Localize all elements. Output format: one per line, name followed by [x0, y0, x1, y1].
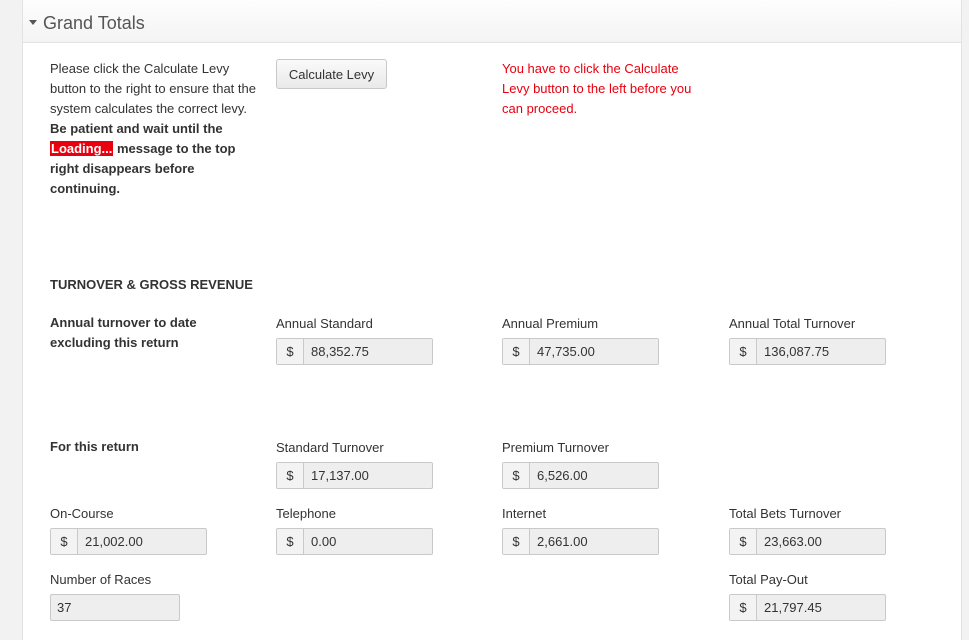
standard-turnover-label: Standard Turnover: [276, 440, 384, 455]
annual-standard-label: Annual Standard: [276, 316, 373, 331]
telephone-label: Telephone: [276, 506, 336, 521]
total-bets-label: Total Bets Turnover: [729, 506, 841, 521]
currency-addon: $: [503, 529, 530, 554]
payout-value[interactable]: 21,797.45: [757, 595, 885, 620]
currency-addon: $: [51, 529, 78, 554]
premium-turnover-field[interactable]: $ 6,526.00: [502, 462, 659, 489]
premium-turnover-label: Premium Turnover: [502, 440, 609, 455]
on-course-value[interactable]: 21,002.00: [78, 529, 206, 554]
annual-standard-field[interactable]: $ 88,352.75: [276, 338, 433, 365]
panel-header[interactable]: Grand Totals: [23, 0, 961, 43]
annual-total-label: Annual Total Turnover: [729, 316, 856, 331]
on-course-label: On-Course: [50, 506, 114, 521]
annual-premium-label: Annual Premium: [502, 316, 599, 331]
standard-turnover-value[interactable]: 17,137.00: [304, 463, 432, 488]
annual-premium-field[interactable]: $ 47,735.00: [502, 338, 659, 365]
payout-label: Total Pay-Out: [729, 572, 808, 587]
races-field[interactable]: 37: [50, 594, 180, 621]
levy-instructions: Please click the Calculate Levy button t…: [50, 59, 265, 199]
payout-field[interactable]: $ 21,797.45: [729, 594, 886, 621]
total-bets-value[interactable]: 23,663.00: [757, 529, 885, 554]
internet-value[interactable]: 2,661.00: [530, 529, 658, 554]
instructions-text: Please click the Calculate Levy button t…: [50, 61, 256, 116]
annual-turnover-label: Annual turnover to date excluding this r…: [50, 315, 197, 350]
this-return-label: For this return: [50, 439, 139, 454]
grand-totals-panel: Grand Totals Please click the Calculate …: [22, 0, 962, 640]
premium-turnover-value[interactable]: 6,526.00: [530, 463, 658, 488]
calculate-warning: You have to click the Calculate Levy but…: [502, 61, 692, 116]
races-value[interactable]: 37: [51, 595, 179, 620]
telephone-value[interactable]: 0.00: [304, 529, 432, 554]
standard-turnover-field[interactable]: $ 17,137.00: [276, 462, 433, 489]
currency-addon: $: [277, 463, 304, 488]
turnover-heading: TURNOVER & GROSS REVENUE: [50, 277, 253, 292]
annual-premium-value[interactable]: 47,735.00: [530, 339, 658, 364]
total-bets-field[interactable]: $ 23,663.00: [729, 528, 886, 555]
annual-total-value[interactable]: 136,087.75: [757, 339, 885, 364]
currency-addon: $: [277, 339, 304, 364]
internet-label: Internet: [502, 506, 547, 521]
annual-standard-value[interactable]: 88,352.75: [304, 339, 432, 364]
annual-total-field[interactable]: $ 136,087.75: [729, 338, 886, 365]
instructions-bold-1: Be patient and wait until the: [50, 121, 223, 136]
currency-addon: $: [730, 339, 757, 364]
panel-title: Grand Totals: [43, 13, 145, 33]
currency-addon: $: [503, 463, 530, 488]
calculate-levy-button[interactable]: Calculate Levy: [276, 59, 387, 89]
internet-field[interactable]: $ 2,661.00: [502, 528, 659, 555]
caret-down-icon[interactable]: [29, 20, 37, 25]
loading-badge: Loading...: [50, 141, 114, 156]
races-label: Number of Races: [50, 572, 152, 587]
telephone-field[interactable]: $ 0.00: [276, 528, 433, 555]
currency-addon: $: [730, 529, 757, 554]
currency-addon: $: [277, 529, 304, 554]
currency-addon: $: [730, 595, 757, 620]
currency-addon: $: [503, 339, 530, 364]
on-course-field[interactable]: $ 21,002.00: [50, 528, 207, 555]
